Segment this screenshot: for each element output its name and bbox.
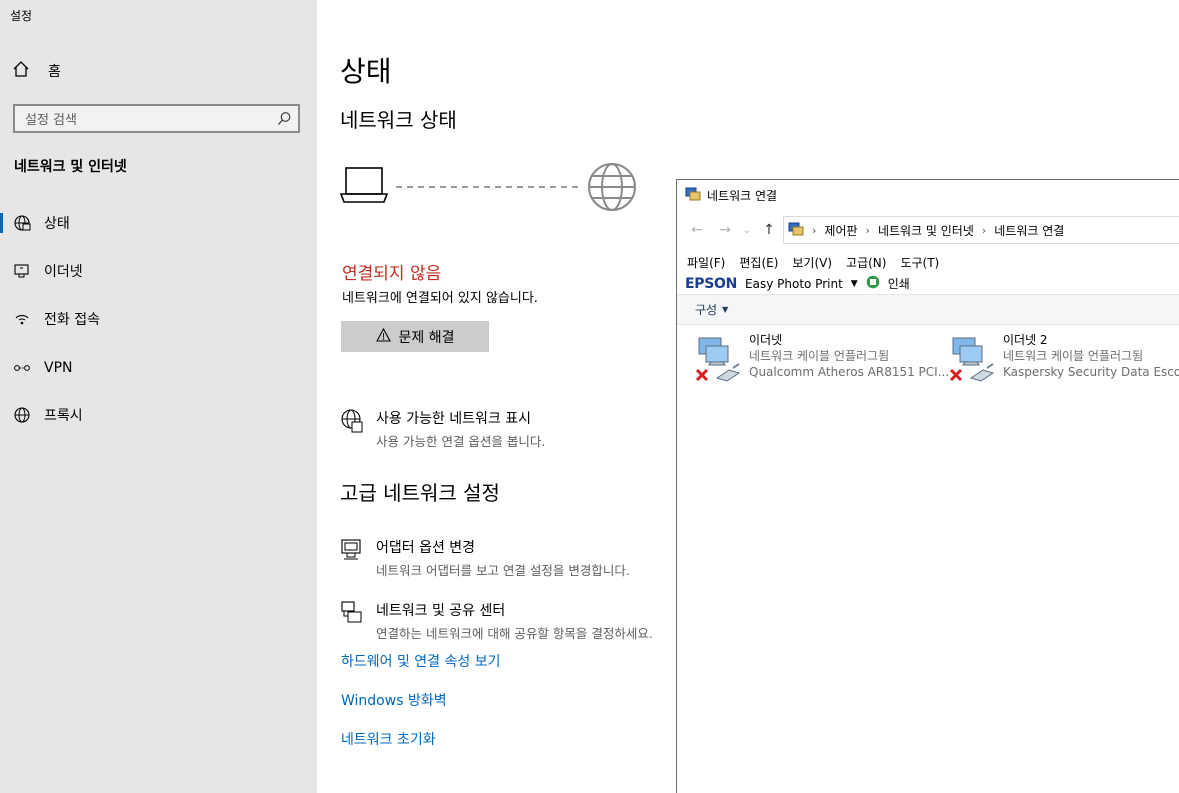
adapter-options-subtitle: 네트워크 어댑터를 보고 연결 설정을 변경합니다. — [376, 563, 630, 578]
adapter-name: 이더넷 — [749, 333, 783, 347]
dialup-icon — [0, 310, 44, 328]
troubleshoot-label: 문제 해결 — [398, 329, 455, 346]
show-available-networks[interactable]: 사용 가능한 네트워크 표시 사용 가능한 연결 옵션을 봅니다. — [340, 408, 545, 450]
network-diagram — [340, 163, 636, 211]
menu-view[interactable]: 보기(V) — [792, 254, 832, 271]
nav-item-status[interactable]: 상태 — [0, 203, 317, 243]
dropdown-arrow-icon[interactable]: ▼ — [851, 279, 858, 289]
change-adapter-options[interactable]: 어댑터 옵션 변경 네트워크 어댑터를 보고 연결 설정을 변경합니다. — [340, 537, 630, 579]
menu-tools[interactable]: 도구(T) — [900, 254, 939, 271]
network-sharing-center[interactable]: 네트워크 및 공유 센터 연결하는 네트워크에 대해 공유할 항목을 결정하세요… — [340, 600, 653, 642]
search-icon[interactable] — [277, 111, 292, 130]
nav-item-vpn[interactable]: VPN — [0, 348, 317, 388]
print-icon[interactable] — [866, 275, 880, 292]
globe-icon — [588, 163, 636, 211]
breadcrumb-network-internet[interactable]: 네트워크 및 인터넷 — [878, 222, 974, 239]
epson-logo: EPSON — [685, 275, 738, 292]
control-panel-icon — [788, 221, 804, 240]
network-status-heading: 네트워크 상태 — [340, 108, 457, 132]
menu-bar: 파일(F) 편집(E) 보기(V) 고급(N) 도구(T) — [687, 254, 939, 271]
sharing-center-subtitle: 연결하는 네트워크에 대해 공유할 항목을 결정하세요. — [376, 626, 653, 641]
breadcrumb-network-connections[interactable]: 네트워크 연결 — [994, 222, 1064, 239]
proxy-globe-icon — [0, 406, 44, 424]
navigation-bar: ← → ⌄ ↑ › 제어판 › 네트워크 및 인터넷 › 네트워크 연결 — [677, 216, 1179, 244]
globe-status-icon — [0, 214, 44, 232]
up-arrow-icon[interactable]: ↑ — [755, 222, 783, 238]
command-bar: 구성 ▼ — [677, 294, 1179, 325]
nav-label-vpn: VPN — [44, 360, 73, 376]
back-arrow-icon[interactable]: ← — [683, 222, 711, 238]
nav-item-ethernet[interactable]: 이더넷 — [0, 251, 317, 291]
menu-edit[interactable]: 편집(E) — [739, 254, 778, 271]
breadcrumb-separator-icon[interactable]: › — [812, 224, 816, 237]
show-networks-title: 사용 가능한 네트워크 표시 — [376, 411, 532, 427]
warning-icon — [375, 327, 391, 346]
adapter-status: 네트워크 케이블 언플러그됨 — [749, 349, 890, 363]
app-title: 설정 — [10, 9, 33, 23]
network-connections-icon — [685, 186, 701, 205]
nav-label-status: 상태 — [44, 216, 70, 232]
nav-item-dialup[interactable]: 전화 접속 — [0, 299, 317, 339]
page-title: 상태 — [340, 55, 392, 88]
epson-toolbar: EPSON Easy Photo Print ▼ 인쇄 — [685, 275, 910, 292]
window-title-bar: 네트워크 연결 — [685, 186, 777, 205]
sharing-center-title: 네트워크 및 공유 센터 — [376, 603, 506, 619]
status-description: 네트워크에 연결되어 있지 않습니다. — [342, 291, 538, 306]
settings-sidebar: 설정 홈 설정 검색 네트워크 및 인터넷 상태 이더넷 전화 접속 VPN 프… — [0, 0, 317, 793]
network-adapter-icon — [695, 332, 743, 388]
adapter-icon — [340, 537, 364, 579]
adapter-device: Qualcomm Atheros AR8151 PCI... — [749, 365, 950, 379]
advanced-heading: 고급 네트워크 설정 — [340, 481, 500, 505]
network-reset-link[interactable]: 네트워크 초기화 — [341, 729, 436, 749]
vpn-icon — [0, 359, 44, 377]
section-title: 네트워크 및 인터넷 — [14, 159, 127, 175]
status-title: 연결되지 않음 — [342, 264, 442, 284]
adapter-name: 이더넷 2 — [1003, 333, 1048, 347]
window-title: 네트워크 연결 — [707, 189, 778, 203]
organize-dropdown-icon[interactable]: ▼ — [722, 305, 728, 314]
organize-button[interactable]: 구성 — [695, 301, 717, 318]
breadcrumb-control-panel[interactable]: 제어판 — [824, 222, 857, 239]
settings-search-input[interactable]: 설정 검색 — [13, 104, 300, 133]
home-label: 홈 — [48, 64, 61, 80]
network-adapter-icon — [949, 332, 997, 388]
windows-firewall-link[interactable]: Windows 방화벽 — [341, 690, 447, 710]
sharing-center-icon — [340, 600, 364, 642]
show-networks-subtitle: 사용 가능한 연결 옵션을 봅니다. — [376, 434, 546, 449]
troubleshoot-button[interactable]: 문제 해결 — [341, 321, 489, 352]
search-placeholder: 설정 검색 — [25, 113, 77, 128]
menu-advanced[interactable]: 고급(N) — [846, 254, 886, 271]
ethernet-icon — [0, 262, 44, 280]
nav-label-proxy: 프록시 — [44, 408, 83, 424]
adapter-status: 네트워크 케이블 언플러그됨 — [1003, 349, 1144, 363]
nav-item-proxy[interactable]: 프록시 — [0, 395, 317, 435]
easy-photo-print-button[interactable]: Easy Photo Print — [745, 277, 843, 291]
adapter-item[interactable]: 이더넷 2 네트워크 케이블 언플러그됨 Kaspersky Security … — [949, 332, 1179, 388]
selection-indicator — [0, 213, 3, 233]
nav-label-dialup: 전화 접속 — [44, 312, 100, 328]
home-icon — [12, 60, 30, 82]
recent-dropdown-icon[interactable]: ⌄ — [739, 225, 755, 236]
nav-label-ethernet: 이더넷 — [44, 264, 83, 280]
network-globe-icon — [340, 408, 364, 450]
breadcrumb-separator-icon[interactable]: › — [866, 224, 870, 237]
hardware-properties-link[interactable]: 하드웨어 및 연결 속성 보기 — [341, 651, 500, 671]
laptop-icon — [340, 167, 389, 203]
adapter-item[interactable]: 이더넷 네트워크 케이블 언플러그됨 Qualcomm Atheros AR81… — [695, 332, 949, 388]
network-connections-window: 네트워크 연결 ← → ⌄ ↑ › 제어판 › 네트워크 및 인터넷 › 네트워… — [676, 179, 1179, 793]
forward-arrow-icon[interactable]: → — [711, 222, 739, 238]
breadcrumb-separator-icon[interactable]: › — [982, 224, 986, 237]
menu-file[interactable]: 파일(F) — [687, 254, 725, 271]
home-nav-item[interactable]: 홈 — [12, 60, 61, 82]
adapter-options-title: 어댑터 옵션 변경 — [376, 540, 476, 556]
adapter-device: Kaspersky Security Data Escort A — [1003, 365, 1179, 379]
print-button[interactable]: 인쇄 — [888, 275, 910, 292]
address-bar[interactable]: › 제어판 › 네트워크 및 인터넷 › 네트워크 연결 — [783, 216, 1179, 244]
